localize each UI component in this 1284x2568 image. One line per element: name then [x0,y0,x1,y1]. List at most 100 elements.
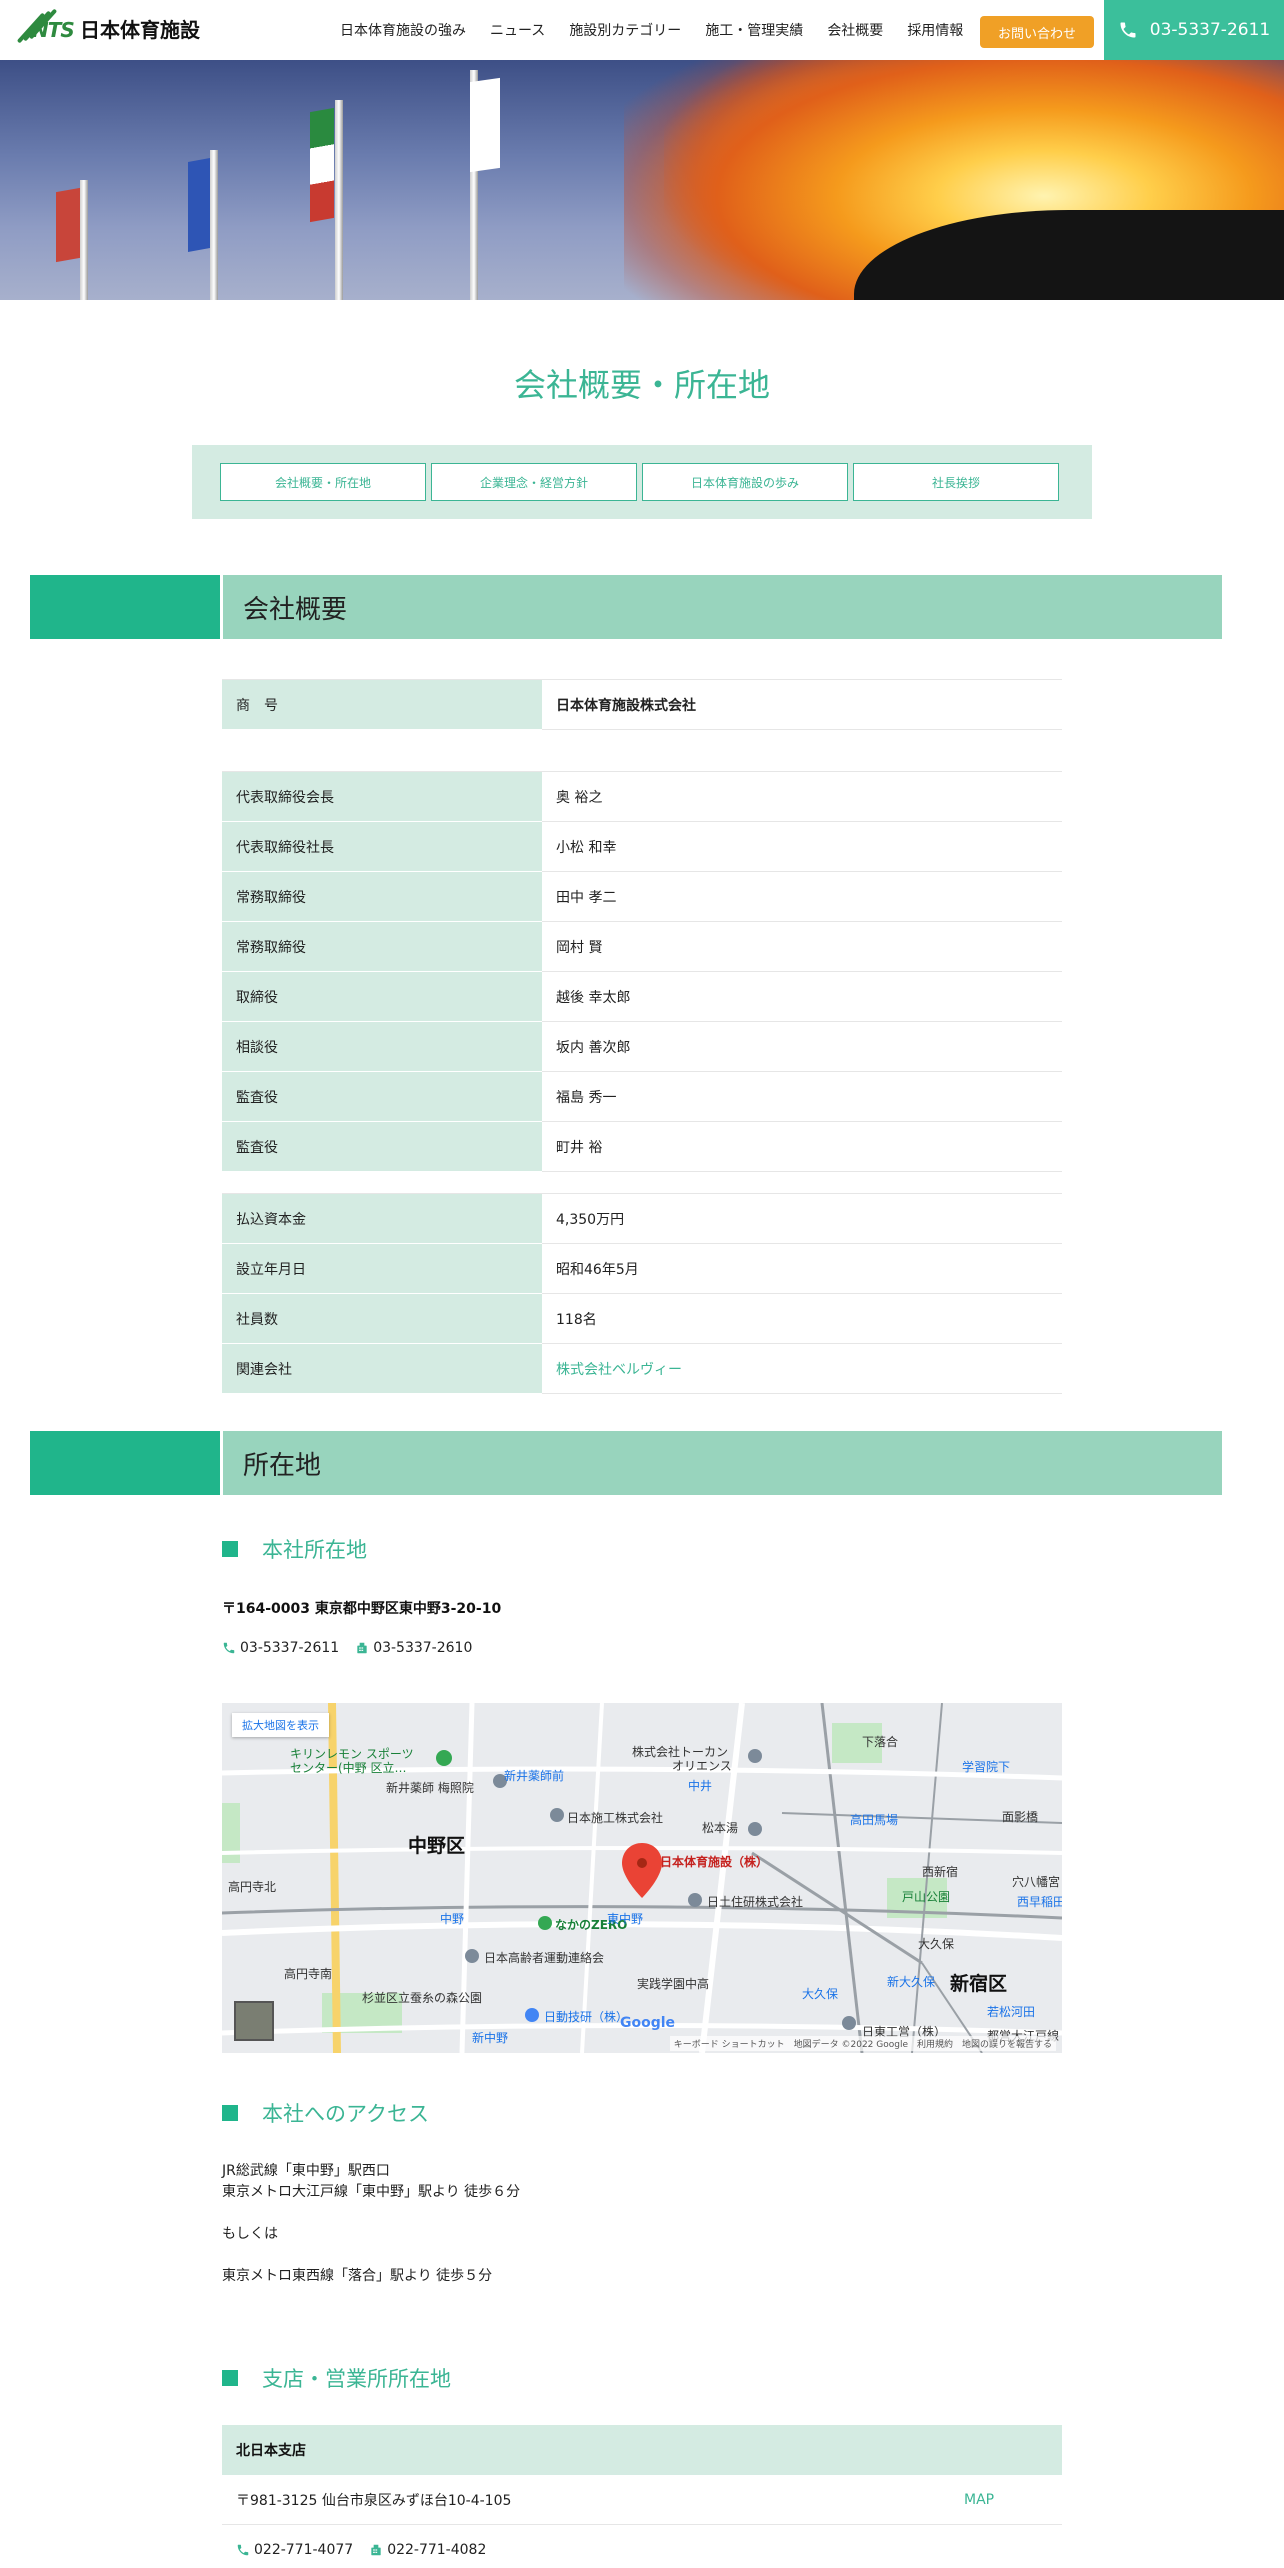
officer-title: 常務取締役 [222,871,542,922]
map-label: 穴八幡宮 [1012,1875,1061,1889]
nav-item-categories[interactable]: 施設別カテゴリー [569,20,681,40]
map-label: 高円寺北 [228,1880,277,1894]
map-label: 高田馬場 [850,1813,899,1827]
fact-value: 昭和46年5月 [542,1243,1062,1294]
subnav-company-overview[interactable]: 会社概要・所在地 [220,463,426,501]
map-label: 松本湯 [702,1821,739,1835]
map-label: 新大久保 [887,1975,936,1989]
nav-item-works[interactable]: 施工・管理実績 [705,20,803,40]
header-phone-number: 03-5337-2611 [1149,20,1271,40]
trade-name-value: 日本体育施設株式会社 [542,679,1062,730]
map-label-shinjuku-ku: 新宿区 [950,1973,1008,1995]
officer-name: 越後 幸太郎 [542,971,1062,1022]
related-company-link[interactable]: 株式会社ベルヴィー [556,1362,682,1378]
table-row: 常務取締役 岡村 賢 [222,921,1062,972]
officer-title: 代表取締役社長 [222,821,542,872]
map-label: 杉並区立蚕糸の森公園 [362,1991,483,2005]
map-label: 戸山公園 [902,1890,951,1904]
map-label: 東中野 [607,1912,644,1926]
phone-icon [1120,22,1136,38]
fax-icon [369,2543,383,2557]
officers-table: 代表取締役会長奥 裕之 代表取締役社長 小松 和幸 常務取締役 田中 孝二 常務取締… [222,771,1062,1172]
table-row: 監査役 福島 秀一 [222,1071,1062,1122]
map-label: 若松河田 [987,2005,1036,2019]
branch-contact-row: 022-771-4077 022-771-4082 [222,2525,1062,2568]
sub-navigation: 会社概要・所在地 企業理念・経営方針 日本体育施設の歩み 社長挨拶 [192,445,1092,519]
hero-image [0,60,1284,300]
officer-title: 監査役 [222,1071,542,1122]
access-line-2: 東京メトロ大江戸線「東中野」駅より 徒歩６分 [222,2184,521,2200]
square-bullet-icon [222,2370,238,2386]
header-phone[interactable]: 03-5337-2611 [1104,0,1284,60]
logo-abbr: NTS [32,18,75,42]
map-label: 新井薬師 梅照院 [386,1781,474,1795]
fax-icon [355,1641,369,1655]
access-or: もしくは [222,2226,278,2242]
branch-map-link[interactable]: MAP [964,2492,994,2508]
branch-address: 〒981-3125 仙台市泉区みずほ台10-4-105 [236,2492,512,2509]
subnav-president-message[interactable]: 社長挨拶 [853,463,1059,501]
access-line-1: JR総武線「東中野」駅西口 [222,2163,390,2179]
officer-title: 相談役 [222,1021,542,1072]
google-logo: Google [620,2015,676,2031]
nav-item-recruit[interactable]: 採用情報 [907,20,963,40]
map-label: 西新宿 [922,1865,959,1879]
trade-name-label: 商 号 [222,679,542,730]
nav-item-company[interactable]: 会社概要 [827,20,883,40]
officer-title: 常務取締役 [222,921,542,972]
officer-name: 福島 秀一 [542,1071,1062,1122]
fact-value: 4,350万円 [542,1193,1062,1244]
main-nav: 日本体育施設の強み ニュース 施設別カテゴリー 施工・管理実績 会社概要 採用情… [340,0,987,60]
subnav-history[interactable]: 日本体育施設の歩み [642,463,848,501]
table-row: 払込資本金 4,350万円 [222,1193,1062,1244]
company-facts-table: 払込資本金 4,350万円 設立年月日 昭和46年5月 社員数 118名 関連会社 株式… [222,1193,1062,1394]
map-label: 中井 [688,1779,713,1793]
officer-name: 田中 孝二 [542,871,1062,922]
table-row: 商 号 日本体育施設株式会社 [222,679,1062,730]
branch-name: 北日本支店 [222,2425,1062,2475]
map-footer[interactable]: キーボード ショートカット 地図データ ©2022 Google 利用規約 地図… [669,2036,1056,2051]
map-label: 面影橋 [1002,1810,1039,1824]
branch-address-row: 〒981-3125 仙台市泉区みずほ台10-4-105 MAP [222,2475,1062,2525]
page-title: 会社概要・所在地 [513,366,770,404]
map-label: 下落合 [862,1735,899,1749]
officer-name: 小松 和幸 [542,821,1062,872]
table-row: 常務取締役 田中 孝二 [222,871,1062,922]
map-label: 大久保 [802,1987,839,2001]
map-label: 日本高齢者運動連絡会 [484,1951,605,1965]
officer-name: 岡村 賢 [542,921,1062,972]
phone-icon [236,2543,250,2557]
fact-label: 社員数 [222,1293,542,1344]
square-bullet-icon [222,2105,238,2121]
officer-title: 取締役 [222,971,542,1022]
table-row: 関連会社 株式会社ベルヴィー [222,1343,1062,1394]
logo-name: 日本体育施設 [80,17,200,42]
table-row: 相談役 坂内 善次郎 [222,1021,1062,1072]
map-label: 実践学園中高 [637,1977,710,1991]
map-marker-label: 日本体育施設（株） [660,1855,769,1869]
map-label: 新中野 [472,2031,509,2045]
contact-button[interactable]: お問い合わせ [980,16,1094,48]
table-row: 取締役 越後 幸太郎 [222,971,1062,1022]
subnav-philosophy[interactable]: 企業理念・経営方針 [431,463,637,501]
map-enlarge-link[interactable]: 拡大地図を表示 [232,1713,329,1737]
hq-address: 〒164-0003 東京都中野区東中野3-20-10 [222,1601,502,1617]
officer-name: 奥 裕之 [542,771,1062,822]
site-logo[interactable]: NTS 日本体育施設 [12,8,212,48]
square-bullet-icon [222,1541,238,1557]
hq-map[interactable]: 拡大地図を表示 日本体育施設（株） 中野区 新宿区 キリンレモン スポーツ セン… [222,1703,1062,2053]
branch-tel[interactable]: 022-771-4077 [254,2542,353,2558]
map-label: 日土住研株式会社 [707,1895,804,1909]
access-heading-text: 本社へのアクセス [262,2102,429,2126]
subheading-branches: 支店・営業所所在地 [222,2363,451,2393]
table-row: 設立年月日 昭和46年5月 [222,1243,1062,1294]
nav-item-strengths[interactable]: 日本体育施設の強み [340,20,466,40]
map-label: 西早稲田 [1017,1895,1062,1909]
map-label: 新井薬師前 [504,1769,565,1783]
nav-item-news[interactable]: ニュース [490,20,545,40]
access-line-3: 東京メトロ東西線「落合」駅より 徒歩５分 [222,2268,493,2284]
hq-heading-text: 本社所在地 [262,1538,367,1562]
hq-tel[interactable]: 03-5337-2611 [240,1640,339,1656]
map-label: 日本施工株式会社 [567,1811,664,1825]
officer-name: 坂内 善次郎 [542,1021,1062,1072]
